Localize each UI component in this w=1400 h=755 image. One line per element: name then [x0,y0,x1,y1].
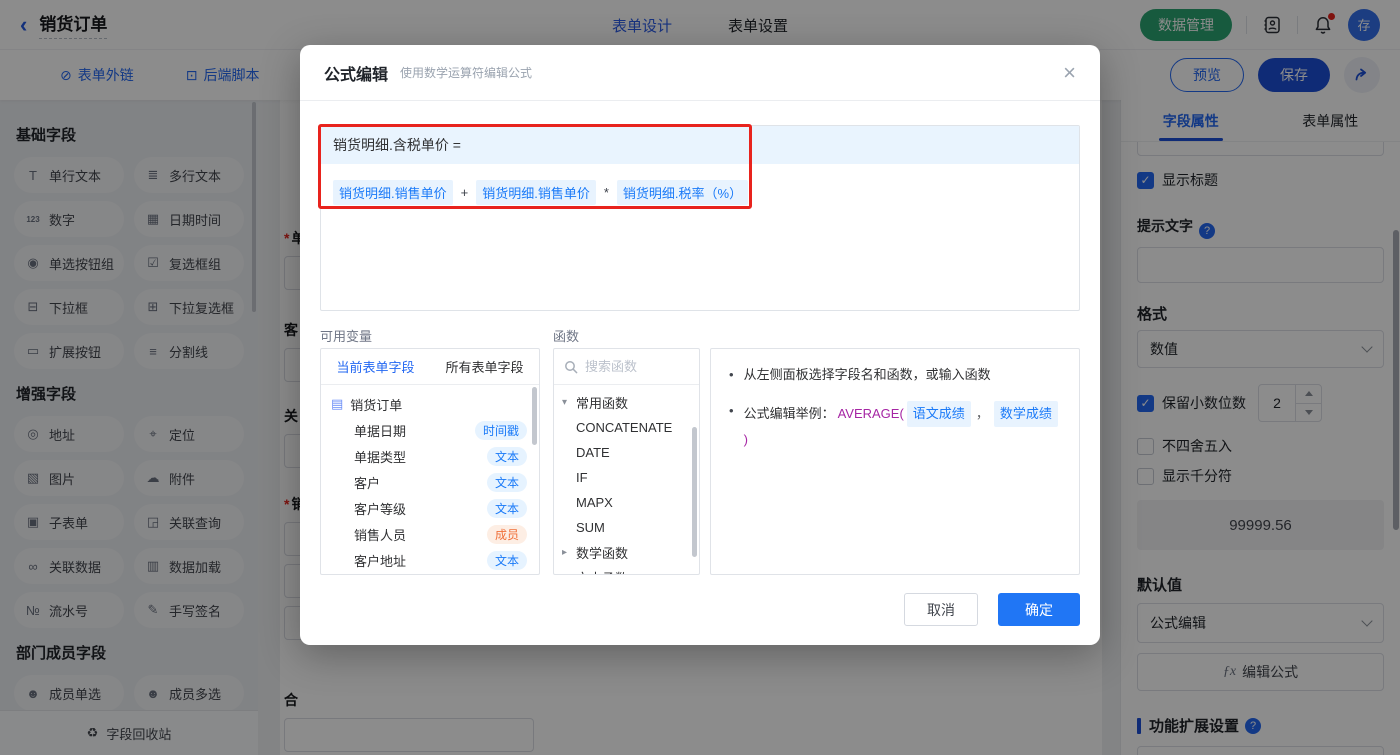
help-tip: 从左侧面板选择字段名和函数，或输入函数 [729,365,1061,385]
help-example-prefix: 公式编辑举例： [744,404,835,424]
variables-list: ▤销货订单单据日期时间戳单据类型文本客户文本客户等级文本销售人员成员客户地址文本 [321,385,539,574]
variable-name: 客户地址 [354,551,406,570]
formula-target: 销货明细.含税单价 = [321,126,1079,164]
variable-type-badge: 文本 [487,499,527,518]
formula-editor-modal: 公式编辑 使用数学运算符编辑公式 × 销货明细.含税单价 = 销货明细.销售单价… [300,45,1100,645]
cancel-button[interactable]: 取消 [904,593,978,626]
help-example-close: ) [744,430,748,450]
help-example-arg: 语文成绩 [907,401,971,427]
variables-root-row[interactable]: ▤ 销货订单 [321,391,539,417]
variables-label: 可用变量 [320,326,372,345]
variables-scrollbar[interactable] [532,387,537,445]
function-item-CONCATENATE[interactable]: CONCATENATE [554,415,699,440]
formula-operator[interactable]: + [461,185,469,200]
functions-list: ▾常用函数CONCATENATEDATEIFMAPXSUM▸数学函数▸文本函数 [554,385,699,575]
modal-subtitle: 使用数学运算符编辑公式 [400,64,532,81]
app-root: ‹ 销货订单 表单设计表单设置 数据管理 存 ⊘表单外链⊡后端脚本▥数据权 预览… [0,0,1400,755]
tree-closed-icon: ▸ [562,547,576,558]
variable-type-badge: 文本 [487,447,527,466]
formula-operator[interactable]: * [604,185,609,200]
function-group-文本函数[interactable]: ▸文本函数 [554,565,699,575]
tree-closed-icon: ▸ [562,572,576,575]
function-group-label: 数学函数 [576,543,628,562]
variables-tabs: 当前表单字段所有表单字段 [321,349,539,385]
doc-icon: ▤ [331,396,343,412]
functions-label: 函数 [553,326,579,345]
variable-type-badge: 文本 [487,473,527,492]
formula-expression: 销货明细.销售单价 + 销货明细.销售单价 * 销货明细.税率（%） [321,164,1079,221]
help-panel: 从左侧面板选择字段名和函数，或输入函数 公式编辑举例：AVERAGE(语文成绩，… [710,348,1080,575]
variable-type-badge: 文本 [487,551,527,570]
functions-panel: ▾常用函数CONCATENATEDATEIFMAPXSUM▸数学函数▸文本函数 [553,348,700,575]
function-search-input[interactable] [585,359,675,374]
variable-row-客户[interactable]: 客户 文本 [321,469,539,495]
functions-scrollbar[interactable] [692,427,697,557]
function-item-IF[interactable]: IF [554,465,699,490]
variable-name: 单据类型 [354,447,406,466]
variable-row-客户地址[interactable]: 客户地址 文本 [321,547,539,573]
formula-editor-area[interactable]: 销货明细.含税单价 = 销货明细.销售单价 + 销货明细.销售单价 * 销货明细.税率（… [320,125,1080,311]
modal-title: 公式编辑 [324,61,388,85]
confirm-button[interactable]: 确定 [998,593,1080,626]
function-group-数学函数[interactable]: ▸数学函数 [554,540,699,565]
variables-tab-当前表单字段[interactable]: 当前表单字段 [321,349,430,384]
help-example-arg: 数学成绩 [994,401,1058,427]
variable-name: 销售人员 [354,525,406,544]
modal-header: 公式编辑 使用数学运算符编辑公式 × [300,45,1100,101]
variable-name: 客户 [354,473,380,492]
variable-type-badge: 成员 [487,525,527,544]
variable-name: 客户等级 [354,499,406,518]
variable-row-单据日期[interactable]: 单据日期 时间戳 [321,417,539,443]
variable-row-单据类型[interactable]: 单据类型 文本 [321,443,539,469]
function-item-SUM[interactable]: SUM [554,515,699,540]
help-example-separator: ， [976,404,989,424]
variable-row-客户等级[interactable]: 客户等级 文本 [321,495,539,521]
tree-open-icon: ▾ [562,397,576,408]
function-item-DATE[interactable]: DATE [554,440,699,465]
function-group-常用函数[interactable]: ▾常用函数 [554,390,699,415]
variables-tab-所有表单字段[interactable]: 所有表单字段 [430,349,539,384]
variables-root-label: 销货订单 [350,395,402,414]
function-group-label: 常用函数 [576,393,628,412]
formula-field-token[interactable]: 销货明细.销售单价 [333,180,453,205]
variable-row-销售人员[interactable]: 销售人员 成员 [321,521,539,547]
close-icon[interactable]: × [1063,62,1076,84]
formula-field-token[interactable]: 销货明细.销售单价 [476,180,596,205]
search-icon [564,360,578,374]
variables-panel: 当前表单字段所有表单字段 ▤销货订单单据日期时间戳单据类型文本客户文本客户等级文… [320,348,540,575]
function-item-MAPX[interactable]: MAPX [554,490,699,515]
help-example-function: AVERAGE( [838,404,904,424]
modal-footer: 取消 确定 [904,593,1080,626]
formula-field-token[interactable]: 销货明细.税率（%） [617,180,748,205]
help-example: 公式编辑举例：AVERAGE(语文成绩，数学成绩) [729,401,1061,450]
variable-type-badge: 时间戳 [475,421,527,440]
function-group-label: 文本函数 [576,568,628,575]
function-search[interactable] [554,349,699,385]
variable-name: 单据日期 [354,421,406,440]
